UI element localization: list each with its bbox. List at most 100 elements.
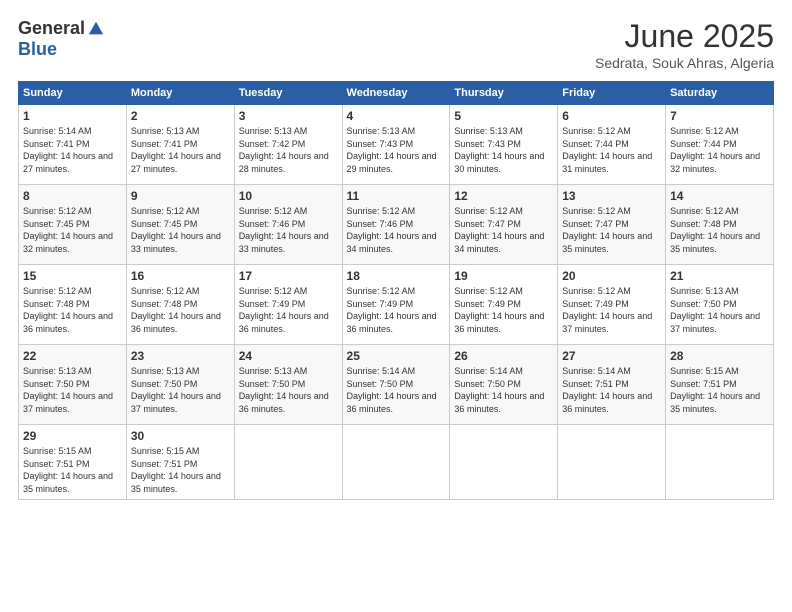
day-number: 23	[131, 349, 230, 363]
day-number: 15	[23, 269, 122, 283]
calendar-week-row: 8 Sunrise: 5:12 AM Sunset: 7:45 PM Dayli…	[19, 185, 774, 265]
day-number: 28	[670, 349, 769, 363]
calendar-cell: 2 Sunrise: 5:13 AM Sunset: 7:41 PM Dayli…	[126, 105, 234, 185]
calendar-cell	[342, 425, 450, 500]
calendar-table: Sunday Monday Tuesday Wednesday Thursday…	[18, 81, 774, 500]
day-info: Sunrise: 5:14 AM Sunset: 7:50 PM Dayligh…	[347, 365, 446, 415]
day-number: 17	[239, 269, 338, 283]
day-number: 9	[131, 189, 230, 203]
calendar-cell	[666, 425, 774, 500]
day-info: Sunrise: 5:14 AM Sunset: 7:41 PM Dayligh…	[23, 125, 122, 175]
calendar-cell: 17 Sunrise: 5:12 AM Sunset: 7:49 PM Dayl…	[234, 265, 342, 345]
calendar-cell: 22 Sunrise: 5:13 AM Sunset: 7:50 PM Dayl…	[19, 345, 127, 425]
calendar-cell: 4 Sunrise: 5:13 AM Sunset: 7:43 PM Dayli…	[342, 105, 450, 185]
header-friday: Friday	[558, 82, 666, 105]
day-info: Sunrise: 5:13 AM Sunset: 7:43 PM Dayligh…	[454, 125, 553, 175]
day-info: Sunrise: 5:13 AM Sunset: 7:50 PM Dayligh…	[239, 365, 338, 415]
day-info: Sunrise: 5:12 AM Sunset: 7:49 PM Dayligh…	[562, 285, 661, 335]
day-number: 16	[131, 269, 230, 283]
day-number: 21	[670, 269, 769, 283]
logo-blue-text: Blue	[18, 39, 57, 60]
day-number: 19	[454, 269, 553, 283]
day-number: 26	[454, 349, 553, 363]
calendar-week-row: 1 Sunrise: 5:14 AM Sunset: 7:41 PM Dayli…	[19, 105, 774, 185]
day-info: Sunrise: 5:13 AM Sunset: 7:42 PM Dayligh…	[239, 125, 338, 175]
calendar-cell: 11 Sunrise: 5:12 AM Sunset: 7:46 PM Dayl…	[342, 185, 450, 265]
calendar-cell: 9 Sunrise: 5:12 AM Sunset: 7:45 PM Dayli…	[126, 185, 234, 265]
day-number: 14	[670, 189, 769, 203]
header-thursday: Thursday	[450, 82, 558, 105]
logo-icon	[87, 20, 105, 38]
day-info: Sunrise: 5:12 AM Sunset: 7:49 PM Dayligh…	[347, 285, 446, 335]
calendar-cell: 12 Sunrise: 5:12 AM Sunset: 7:47 PM Dayl…	[450, 185, 558, 265]
day-info: Sunrise: 5:15 AM Sunset: 7:51 PM Dayligh…	[23, 445, 122, 495]
calendar-cell: 1 Sunrise: 5:14 AM Sunset: 7:41 PM Dayli…	[19, 105, 127, 185]
day-number: 11	[347, 189, 446, 203]
day-info: Sunrise: 5:12 AM Sunset: 7:48 PM Dayligh…	[670, 205, 769, 255]
day-info: Sunrise: 5:12 AM Sunset: 7:49 PM Dayligh…	[454, 285, 553, 335]
day-info: Sunrise: 5:12 AM Sunset: 7:47 PM Dayligh…	[454, 205, 553, 255]
calendar-week-row: 15 Sunrise: 5:12 AM Sunset: 7:48 PM Dayl…	[19, 265, 774, 345]
day-number: 20	[562, 269, 661, 283]
calendar-week-row: 22 Sunrise: 5:13 AM Sunset: 7:50 PM Dayl…	[19, 345, 774, 425]
day-info: Sunrise: 5:13 AM Sunset: 7:50 PM Dayligh…	[23, 365, 122, 415]
calendar-cell: 14 Sunrise: 5:12 AM Sunset: 7:48 PM Dayl…	[666, 185, 774, 265]
month-title: June 2025	[595, 18, 774, 55]
day-number: 6	[562, 109, 661, 123]
day-number: 22	[23, 349, 122, 363]
day-info: Sunrise: 5:12 AM Sunset: 7:46 PM Dayligh…	[239, 205, 338, 255]
day-number: 1	[23, 109, 122, 123]
day-number: 7	[670, 109, 769, 123]
day-info: Sunrise: 5:13 AM Sunset: 7:43 PM Dayligh…	[347, 125, 446, 175]
day-number: 24	[239, 349, 338, 363]
header-tuesday: Tuesday	[234, 82, 342, 105]
subtitle: Sedrata, Souk Ahras, Algeria	[595, 55, 774, 71]
day-info: Sunrise: 5:12 AM Sunset: 7:47 PM Dayligh…	[562, 205, 661, 255]
logo-general-text: General	[18, 18, 85, 39]
calendar-header-row: Sunday Monday Tuesday Wednesday Thursday…	[19, 82, 774, 105]
day-number: 13	[562, 189, 661, 203]
calendar-cell: 27 Sunrise: 5:14 AM Sunset: 7:51 PM Dayl…	[558, 345, 666, 425]
calendar-cell: 13 Sunrise: 5:12 AM Sunset: 7:47 PM Dayl…	[558, 185, 666, 265]
day-number: 10	[239, 189, 338, 203]
day-info: Sunrise: 5:12 AM Sunset: 7:45 PM Dayligh…	[23, 205, 122, 255]
day-info: Sunrise: 5:14 AM Sunset: 7:50 PM Dayligh…	[454, 365, 553, 415]
day-number: 18	[347, 269, 446, 283]
calendar-cell: 8 Sunrise: 5:12 AM Sunset: 7:45 PM Dayli…	[19, 185, 127, 265]
calendar-cell: 19 Sunrise: 5:12 AM Sunset: 7:49 PM Dayl…	[450, 265, 558, 345]
header-sunday: Sunday	[19, 82, 127, 105]
calendar-cell: 5 Sunrise: 5:13 AM Sunset: 7:43 PM Dayli…	[450, 105, 558, 185]
calendar-cell: 25 Sunrise: 5:14 AM Sunset: 7:50 PM Dayl…	[342, 345, 450, 425]
day-info: Sunrise: 5:13 AM Sunset: 7:41 PM Dayligh…	[131, 125, 230, 175]
day-number: 2	[131, 109, 230, 123]
calendar-cell: 29 Sunrise: 5:15 AM Sunset: 7:51 PM Dayl…	[19, 425, 127, 500]
day-number: 29	[23, 429, 122, 443]
calendar-cell: 16 Sunrise: 5:12 AM Sunset: 7:48 PM Dayl…	[126, 265, 234, 345]
header-saturday: Saturday	[666, 82, 774, 105]
day-info: Sunrise: 5:13 AM Sunset: 7:50 PM Dayligh…	[131, 365, 230, 415]
calendar-cell: 10 Sunrise: 5:12 AM Sunset: 7:46 PM Dayl…	[234, 185, 342, 265]
day-number: 4	[347, 109, 446, 123]
day-info: Sunrise: 5:12 AM Sunset: 7:44 PM Dayligh…	[562, 125, 661, 175]
calendar-cell: 15 Sunrise: 5:12 AM Sunset: 7:48 PM Dayl…	[19, 265, 127, 345]
day-number: 12	[454, 189, 553, 203]
title-section: June 2025 Sedrata, Souk Ahras, Algeria	[595, 18, 774, 71]
calendar-cell	[450, 425, 558, 500]
calendar-cell: 24 Sunrise: 5:13 AM Sunset: 7:50 PM Dayl…	[234, 345, 342, 425]
day-number: 5	[454, 109, 553, 123]
day-info: Sunrise: 5:12 AM Sunset: 7:49 PM Dayligh…	[239, 285, 338, 335]
calendar-cell: 3 Sunrise: 5:13 AM Sunset: 7:42 PM Dayli…	[234, 105, 342, 185]
day-info: Sunrise: 5:13 AM Sunset: 7:50 PM Dayligh…	[670, 285, 769, 335]
header-wednesday: Wednesday	[342, 82, 450, 105]
day-number: 25	[347, 349, 446, 363]
calendar-cell	[558, 425, 666, 500]
day-info: Sunrise: 5:15 AM Sunset: 7:51 PM Dayligh…	[131, 445, 230, 495]
calendar-cell: 26 Sunrise: 5:14 AM Sunset: 7:50 PM Dayl…	[450, 345, 558, 425]
logo: General Blue	[18, 18, 105, 60]
day-info: Sunrise: 5:15 AM Sunset: 7:51 PM Dayligh…	[670, 365, 769, 415]
calendar-cell: 18 Sunrise: 5:12 AM Sunset: 7:49 PM Dayl…	[342, 265, 450, 345]
day-number: 8	[23, 189, 122, 203]
day-number: 30	[131, 429, 230, 443]
header-monday: Monday	[126, 82, 234, 105]
day-info: Sunrise: 5:12 AM Sunset: 7:46 PM Dayligh…	[347, 205, 446, 255]
